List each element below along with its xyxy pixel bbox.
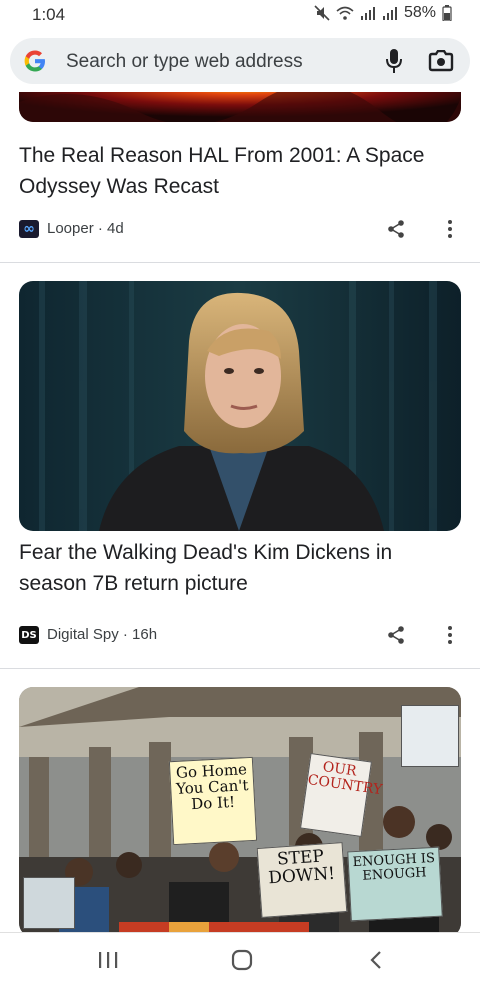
protest-sign (23, 877, 75, 929)
status-bar: 1:04 58% (0, 0, 480, 30)
news-feed[interactable]: The Real Reason HAL From 2001: A Space O… (0, 92, 480, 932)
recents-button[interactable] (88, 945, 128, 975)
article-image[interactable] (19, 92, 461, 122)
recents-icon (99, 952, 118, 968)
system-nav-bar (0, 932, 480, 987)
back-icon (370, 951, 381, 969)
digital-spy-logo-icon: DS (19, 626, 39, 644)
address-bar[interactable]: Search or type web address (10, 38, 470, 84)
lens-search-button[interactable] (426, 47, 456, 75)
battery-icon (442, 5, 452, 21)
status-icons: 58% (314, 4, 452, 22)
share-button[interactable] (383, 216, 409, 242)
article-card[interactable]: Fear the Walking Dead's Kim Dickens in s… (0, 263, 480, 668)
signal-icon (382, 7, 397, 20)
voice-search-button[interactable] (380, 47, 408, 75)
more-vert-icon (448, 220, 452, 238)
protest-sign-go-home: Go Home You Can't Do It! (168, 756, 258, 846)
share-button[interactable] (383, 622, 409, 648)
protest-sign-our-country: OUR COUNTRY (300, 753, 383, 837)
article-image[interactable]: Go Home You Can't Do It! STEP DOWN! ENOU… (19, 687, 461, 932)
mute-icon (314, 5, 330, 21)
share-icon (388, 220, 404, 238)
more-vert-icon (448, 626, 452, 644)
share-icon (388, 626, 404, 644)
home-button[interactable] (222, 945, 262, 975)
home-icon (231, 949, 253, 971)
microphone-icon (386, 49, 402, 73)
protest-sign (401, 705, 459, 767)
article-meta: ∞ Looper · 4d (19, 218, 461, 242)
google-logo-icon (24, 50, 45, 72)
article-card[interactable]: Go Home You Can't Do It! STEP DOWN! ENOU… (0, 669, 480, 932)
status-time: 1:04 (32, 5, 66, 24)
article-meta: DS Digital Spy · 16h (19, 624, 461, 648)
article-image[interactable] (19, 281, 461, 531)
more-options-button[interactable] (437, 216, 463, 242)
protest-sign-step-down: STEP DOWN! (256, 842, 348, 918)
protest-sign-enough: ENOUGH IS ENOUGH (347, 846, 443, 922)
article-title[interactable]: The Real Reason HAL From 2001: A Space O… (19, 140, 459, 202)
hal-eye-image (19, 92, 461, 122)
article-source: Digital Spy · 16h (47, 626, 158, 643)
signal-icon (360, 7, 375, 20)
battery-percent: 58% (403, 4, 436, 21)
search-input[interactable]: Search or type web address (66, 51, 303, 73)
more-options-button[interactable] (437, 622, 463, 648)
looper-logo-icon: ∞ (19, 220, 39, 238)
kim-dickens-image (19, 281, 461, 531)
article-title[interactable]: Fear the Walking Dead's Kim Dickens in s… (19, 537, 459, 599)
article-card[interactable]: The Real Reason HAL From 2001: A Space O… (0, 92, 480, 262)
wifi-icon (336, 6, 354, 20)
camera-icon (428, 50, 454, 72)
back-button[interactable] (356, 945, 396, 975)
article-source: Looper · 4d (47, 220, 124, 237)
